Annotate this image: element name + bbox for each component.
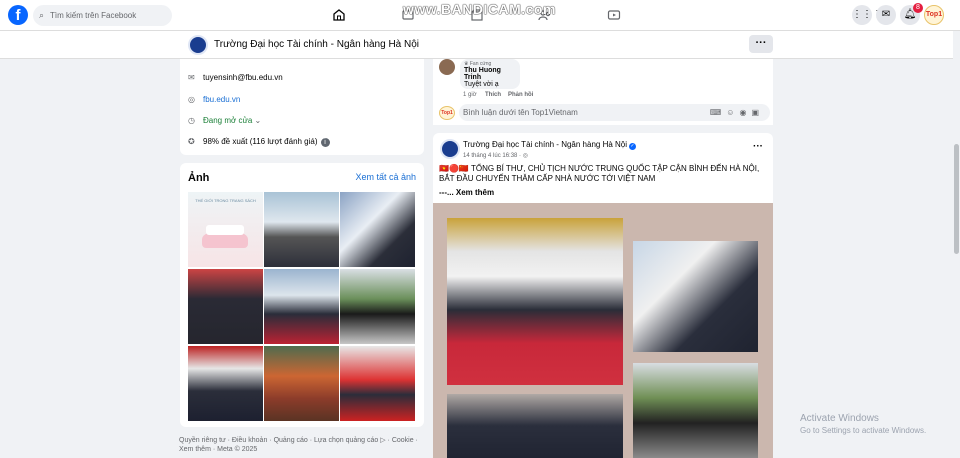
- notification-badge: 8: [913, 3, 923, 13]
- comment-input-icons: ⌨☺◉▣: [710, 104, 764, 121]
- globe-icon: ◎: [188, 95, 195, 104]
- activate-windows-title: Activate Windows: [800, 413, 879, 424]
- scrollbar-thumb[interactable]: [954, 144, 959, 254]
- photo-thumbnail[interactable]: [188, 269, 263, 344]
- post-more-button[interactable]: ···: [753, 141, 763, 152]
- rating-text: 98% đề xuất (116 lượt đánh giá): [203, 137, 318, 146]
- post-photo[interactable]: [633, 241, 758, 352]
- mail-icon: ✉: [188, 73, 195, 82]
- post-author-avatar[interactable]: [440, 139, 460, 159]
- post-media-grid: [433, 203, 773, 458]
- globe-icon: ◎: [522, 153, 528, 159]
- photo-thumbnail[interactable]: [340, 269, 415, 344]
- star-icon: ✪: [188, 137, 195, 146]
- reply-comment-link[interactable]: Phản hồi: [508, 92, 533, 98]
- post-photo[interactable]: [447, 394, 623, 458]
- like-comment-link[interactable]: Thích: [485, 92, 501, 98]
- sticker-icon[interactable]: ▣: [751, 108, 764, 117]
- post-text: 🇻🇳🔴🇨🇳 TỔNG BÍ THƯ, CHỦ TỊCH NƯỚC TRUNG Q…: [439, 164, 760, 183]
- messenger-button[interactable]: ✉: [876, 5, 896, 25]
- gif-icon[interactable]: ⌨: [710, 108, 727, 117]
- comment-input-placeholder: Bình luận dưới tên Top1Vietnam: [463, 108, 578, 117]
- emoji-icon[interactable]: ☺: [726, 108, 739, 117]
- gaming-icon[interactable]: [607, 8, 621, 22]
- clock-icon: ◷: [188, 116, 195, 125]
- photo-thumbnail[interactable]: [188, 346, 263, 421]
- menu-grid-button[interactable]: ⋮⋮⋮: [852, 5, 882, 25]
- photo-thumbnail[interactable]: THẾ GIỚI TRONG TRANG SÁCH: [188, 192, 263, 267]
- comment-author[interactable]: Thu Huong Trinh: [464, 67, 516, 81]
- post-timestamp[interactable]: 14 tháng 4 lúc 16:38 · ◎: [463, 152, 528, 159]
- my-avatar: Top1: [439, 106, 455, 120]
- photos-card: Ảnh Xem tất cả ảnh THẾ GIỚI TRONG TRANG …: [180, 163, 424, 427]
- email-row: ✉ tuyensinh@fbu.edu.vn: [188, 73, 283, 82]
- post-photo[interactable]: [447, 218, 623, 385]
- bandicam-watermark: www.BANDICAM.com: [403, 1, 556, 17]
- verified-badge-icon: ✓: [629, 143, 637, 150]
- messenger-icon: ✉: [881, 9, 891, 20]
- top-navbar: f ⌕ Tìm kiếm trên Facebook www.BANDICAM.…: [0, 0, 960, 31]
- book-poster-title: THẾ GIỚI TRONG TRANG SÁCH: [195, 198, 256, 203]
- photo-thumbnail[interactable]: [340, 192, 415, 267]
- website-row: ◎ fbu.edu.vn: [188, 95, 240, 104]
- photo-thumbnail[interactable]: [340, 346, 415, 421]
- intro-card: ✉ tuyensinh@fbu.edu.vn ◎ fbu.edu.vn ◷ Đang …: [180, 59, 424, 155]
- page-title[interactable]: Trường Đại học Tài chính - Ngân hàng Hà …: [214, 39, 419, 50]
- info-icon[interactable]: i: [320, 138, 330, 147]
- hours-row: ◷ Đang mở cửa ⌄: [188, 116, 261, 125]
- camera-icon[interactable]: ◉: [739, 108, 751, 117]
- search-input[interactable]: ⌕ Tìm kiếm trên Facebook: [33, 5, 172, 26]
- email-text[interactable]: tuyensinh@fbu.edu.vn: [203, 73, 283, 82]
- search-placeholder: Tìm kiếm trên Facebook: [50, 11, 137, 20]
- page-header-bar: Trường Đại học Tài chính - Ngân hàng Hà …: [0, 31, 960, 59]
- photo-thumbnail[interactable]: [264, 192, 339, 267]
- post-author[interactable]: Trường Đại học Tài chính - Ngân hàng Hà …: [463, 140, 637, 150]
- comment-bubble: ♛ Fan cứng Thu Huong Trinh Tuyệt vời ạ: [460, 59, 520, 89]
- comment-input[interactable]: Bình luận dưới tên Top1Vietnam ⌨☺◉▣: [459, 104, 770, 121]
- chevron-down-icon[interactable]: ⌄: [255, 116, 262, 125]
- post-card: Trường Đại học Tài chính - Ngân hàng Hà …: [433, 133, 773, 458]
- page-logo[interactable]: [188, 35, 208, 55]
- profile-avatar[interactable]: Top1: [924, 5, 944, 25]
- page-footer[interactable]: Quyền riêng tư · Điều khoản · Quảng cáo …: [179, 436, 425, 454]
- see-all-photos-link[interactable]: Xem tất cả ảnh: [355, 172, 416, 182]
- comment-time: 1 giờ: [463, 92, 477, 98]
- website-link[interactable]: fbu.edu.vn: [203, 95, 240, 104]
- rating-row: ✪ 98% đề xuất (116 lượt đánh giá) i: [188, 137, 330, 147]
- page-more-button[interactable]: ···: [749, 35, 773, 53]
- search-icon: ⌕: [39, 10, 45, 20]
- home-icon[interactable]: [332, 8, 346, 22]
- photo-thumbnail[interactable]: [264, 346, 339, 421]
- post-photo[interactable]: [633, 363, 758, 458]
- see-more-link[interactable]: ---... Xem thêm: [439, 188, 494, 197]
- activate-windows-subtitle: Go to Settings to activate Windows.: [800, 426, 927, 435]
- photos-title: Ảnh: [188, 172, 210, 184]
- post-author-name[interactable]: Trường Đại học Tài chính - Ngân hàng Hà …: [463, 140, 627, 149]
- open-status[interactable]: Đang mở cửa: [203, 116, 252, 125]
- facebook-logo-icon[interactable]: f: [8, 5, 28, 25]
- photo-thumbnail[interactable]: [264, 269, 339, 344]
- comment-text: Tuyệt vời ạ: [464, 81, 499, 88]
- commenter-avatar[interactable]: [439, 59, 455, 75]
